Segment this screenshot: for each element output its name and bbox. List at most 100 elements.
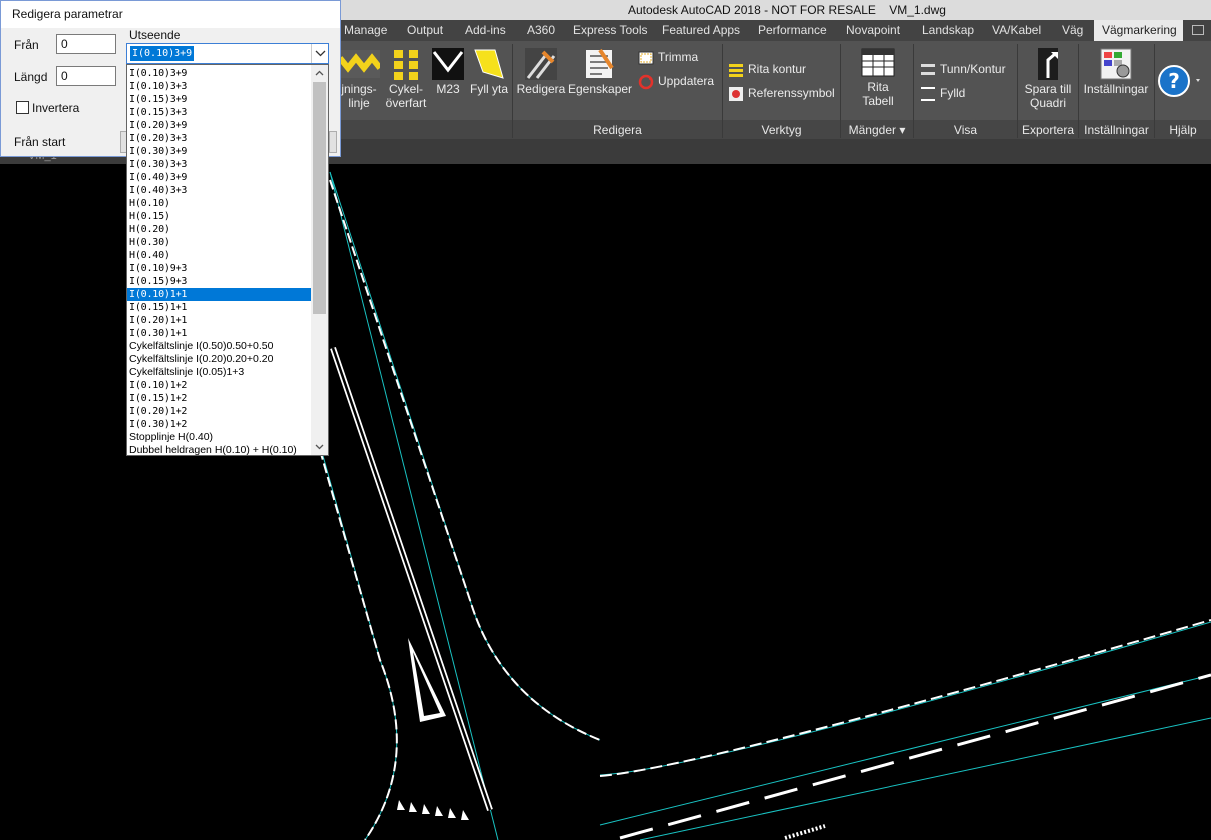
dropdown-option[interactable]: I(0.40)3+9 xyxy=(127,171,313,184)
dropdown-option[interactable]: I(0.20)3+3 xyxy=(127,132,313,145)
dropdown-option[interactable]: I(0.15)1+2 xyxy=(127,392,313,405)
dropdown-option[interactable]: I(0.10)3+9 xyxy=(127,67,313,80)
dropdown-option[interactable]: H(0.10) xyxy=(127,197,313,210)
panel-title-redigera: Redigera xyxy=(593,123,642,137)
dropdown-option[interactable]: I(0.20)3+9 xyxy=(127,119,313,132)
utseende-label: Utseende xyxy=(129,28,181,42)
scroll-up-button[interactable] xyxy=(311,65,328,82)
utseende-selected-value: I(0.10)3+9 xyxy=(130,46,195,61)
dropdown-option[interactable]: I(0.10)9+3 xyxy=(127,262,313,275)
help-button[interactable]: ? xyxy=(1158,64,1204,101)
panel-title-verktyg: Verktyg xyxy=(761,123,802,137)
korfaltslinje-button[interactable]: jnings- linje xyxy=(338,48,380,110)
tab-novapoint[interactable]: Novapoint xyxy=(846,20,900,41)
export-quadri-icon xyxy=(1038,48,1058,80)
fylld-button[interactable]: Fylld xyxy=(920,85,965,102)
tunn-kontur-button[interactable]: Tunn/Kontur xyxy=(920,61,1006,78)
invertera-checkbox[interactable] xyxy=(16,101,29,114)
bike-crossing-icon xyxy=(394,50,418,80)
fill-area-icon xyxy=(474,49,504,79)
dropdown-scrollbar[interactable] xyxy=(311,65,328,455)
yield-markings xyxy=(397,638,469,820)
tab-manage[interactable]: Manage xyxy=(344,20,387,41)
settings-icon xyxy=(1100,48,1132,80)
panel-title-visa: Visa xyxy=(953,123,978,137)
dropdown-option[interactable]: Dubbel heldragen H(0.10) + H(0.10) xyxy=(127,444,313,457)
dropdown-option[interactable]: H(0.20) xyxy=(127,223,313,236)
tab-featured-apps[interactable]: Featured Apps xyxy=(662,20,740,41)
dropdown-option[interactable]: H(0.30) xyxy=(127,236,313,249)
reference-symbol-icon xyxy=(729,86,743,101)
tab-output[interactable]: Output xyxy=(407,20,443,41)
tab-performance[interactable]: Performance xyxy=(758,20,827,41)
fyll-yta-button[interactable]: Fyll yta xyxy=(468,48,510,96)
dropdown-option[interactable]: I(0.30)1+2 xyxy=(127,418,313,431)
dropdown-option[interactable]: I(0.10)1+2 xyxy=(127,379,313,392)
dropdown-option[interactable]: I(0.10)1+1 xyxy=(127,288,313,301)
dropdown-option[interactable]: Cykelfältslinje I(0.05)1+3 xyxy=(127,366,313,379)
road-markings xyxy=(319,179,1211,840)
m23-icon xyxy=(432,48,464,80)
panel-title-installningar: Inställningar xyxy=(1084,123,1149,137)
scrollbar-thumb[interactable] xyxy=(313,82,326,314)
invertera-label: Invertera xyxy=(32,101,80,115)
draw-outline-icon xyxy=(729,63,743,77)
trim-icon xyxy=(638,51,654,65)
window-title: Autodesk AutoCAD 2018 - NOT FOR RESALE V… xyxy=(628,3,946,17)
thin-outline-icon xyxy=(921,63,935,75)
dropdown-option[interactable]: I(0.40)3+3 xyxy=(127,184,313,197)
dropdown-options: I(0.10)3+9 I(0.10)3+3 I(0.15)3+9 I(0.15)3+3… xyxy=(127,67,313,457)
lane-line-icon xyxy=(338,50,380,78)
dropdown-option[interactable]: I(0.30)3+9 xyxy=(127,145,313,158)
chevron-down-icon xyxy=(315,444,324,450)
redigera-button[interactable]: Redigera xyxy=(515,48,567,96)
dropdown-option[interactable]: H(0.15) xyxy=(127,210,313,223)
fran-input[interactable] xyxy=(56,34,116,54)
dropdown-option[interactable]: I(0.10)3+3 xyxy=(127,80,313,93)
panel-title-mangder[interactable]: Mängder ▾ xyxy=(841,122,913,138)
properties-icon xyxy=(586,48,614,78)
m23-button[interactable]: M23 xyxy=(430,48,466,96)
tab-va-kabel[interactable]: VA/Kabel xyxy=(992,20,1041,41)
langd-input[interactable] xyxy=(56,66,116,86)
utseende-dropdown-list[interactable]: I(0.10)3+9 I(0.10)3+3 I(0.15)3+9 I(0.15)3+3… xyxy=(126,64,329,456)
referenssymbol-button[interactable]: Referenssymbol xyxy=(728,85,835,102)
tab-landskap[interactable]: Landskap xyxy=(922,20,974,41)
dropdown-option[interactable]: I(0.30)1+1 xyxy=(127,327,313,340)
tab-a360[interactable]: A360 xyxy=(527,20,555,41)
dropdown-option[interactable]: I(0.20)1+2 xyxy=(127,405,313,418)
dropdown-option[interactable]: I(0.15)3+9 xyxy=(127,93,313,106)
dropdown-option[interactable]: I(0.15)9+3 xyxy=(127,275,313,288)
dropdown-option[interactable]: H(0.40) xyxy=(127,249,313,262)
tab-express-tools[interactable]: Express Tools xyxy=(573,20,647,41)
rita-tabell-button[interactable]: Rita Tabell xyxy=(852,48,904,108)
rita-kontur-button[interactable]: Rita kontur xyxy=(728,61,806,78)
langd-label: Längd xyxy=(14,70,48,84)
egenskaper-button[interactable]: Egenskaper xyxy=(568,48,632,96)
trimma-button[interactable]: Trimma xyxy=(638,49,698,65)
tab-add-ins[interactable]: Add-ins xyxy=(465,20,506,41)
dialog-button-partial[interactable] xyxy=(329,131,337,153)
dropdown-option[interactable]: I(0.15)1+1 xyxy=(127,301,313,314)
dropdown-option[interactable]: Stopplinje H(0.40) xyxy=(127,431,313,444)
dropdown-option[interactable]: I(0.20)1+1 xyxy=(127,314,313,327)
ribbon-minimize-icon[interactable] xyxy=(1192,25,1204,35)
utseende-combobox[interactable]: I(0.10)3+9 xyxy=(126,43,329,64)
uppdatera-button[interactable]: Uppdatera xyxy=(638,73,714,90)
cyan-guide-lines xyxy=(319,171,1211,840)
chevron-down-icon xyxy=(315,50,326,57)
installningar-button[interactable]: Inställningar xyxy=(1080,48,1152,96)
dropdown-option[interactable]: I(0.15)3+3 xyxy=(127,106,313,119)
dropdown-option[interactable]: Cykelfältslinje I(0.20)0.20+0.20 xyxy=(127,353,313,366)
cykeloverfart-button[interactable]: Cykel- överfart xyxy=(384,48,428,110)
dropdown-option[interactable]: Cykelfältslinje I(0.50)0.50+0.50 xyxy=(127,340,313,353)
dropdown-option[interactable]: I(0.30)3+3 xyxy=(127,158,313,171)
spara-till-quadri-button[interactable]: Spara till Quadri xyxy=(1022,48,1074,110)
scroll-down-button[interactable] xyxy=(311,438,328,455)
tab-vag[interactable]: Väg xyxy=(1062,20,1083,41)
tab-vagmarkering[interactable]: Vägmarkering xyxy=(1094,20,1183,41)
dialog-title-bar: Redigera parametrar xyxy=(1,1,340,28)
combobox-arrow[interactable] xyxy=(311,44,328,63)
panel-title-hjalp: Hjälp xyxy=(1169,123,1197,137)
help-icon: ? xyxy=(1158,65,1200,97)
